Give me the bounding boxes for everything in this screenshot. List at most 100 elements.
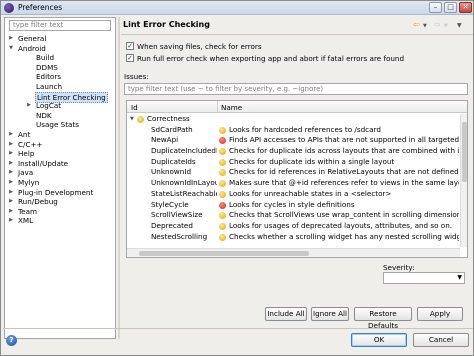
cancel-button[interactable]: Cancel: [413, 333, 469, 347]
include-all-button[interactable]: Include All: [265, 307, 307, 321]
collapse-twisty-icon[interactable]: ▶: [8, 188, 14, 198]
collapse-twisty-icon[interactable]: ▶: [8, 149, 14, 159]
tree-item[interactable]: Usage Stats: [5, 120, 115, 130]
forward-menu-chevron-icon[interactable]: ▼: [444, 23, 448, 29]
severity-dropdown[interactable]: ▼: [383, 272, 465, 284]
scrollbar-thumb[interactable]: [139, 251, 309, 256]
collapse-twisty-icon[interactable]: ▶: [8, 130, 14, 140]
warning-icon: [219, 180, 226, 188]
forward-arrow-icon[interactable]: ⇨: [434, 20, 441, 29]
table-row[interactable]: ScrollViewSize Checks that ScrollViews us…: [127, 210, 459, 221]
collapse-twisty-icon[interactable]: ▶: [8, 168, 14, 178]
column-divider[interactable]: [217, 101, 218, 113]
issue-name: Finds API accesses to APIs that are not …: [229, 135, 459, 145]
tree-item[interactable]: ▶ Help: [5, 149, 115, 159]
header-divider: [121, 34, 473, 35]
preference-tree: ▶ General ▼ Android Build DDMS Editors Launch Li…: [5, 34, 115, 226]
issue-id: ScrollViewSize: [151, 210, 203, 220]
table-row[interactable]: NestedScrolling Checks whether a scrollin…: [127, 232, 459, 243]
tree-item[interactable]: ▶ Plug-in Development: [5, 188, 115, 198]
issue-name: Makes sure that @+id references refer to…: [229, 178, 459, 188]
tree-item[interactable]: Editors: [5, 72, 115, 82]
tree-item[interactable]: ▶ C/C++: [5, 140, 115, 150]
tree-item[interactable]: ▶ Mylyn: [5, 178, 115, 188]
ignore-all-button[interactable]: Ignore All: [311, 307, 349, 321]
tree-item-label: General: [18, 34, 47, 43]
issue-name: Looks for cycles in style definitions: [229, 199, 355, 209]
back-menu-chevron-icon[interactable]: ▼: [423, 23, 427, 29]
collapse-twisty-icon[interactable]: ▶: [8, 159, 14, 169]
issue-name: Checks whether a scrolling widget has an…: [229, 231, 459, 241]
tree-item[interactable]: ▶ Team: [5, 207, 115, 217]
tree-item[interactable]: NDK: [5, 111, 115, 121]
table-row[interactable]: NewApi Finds API accesses to APIs that ar…: [127, 135, 459, 146]
back-arrow-icon[interactable]: ⇦: [413, 20, 420, 29]
severity-label: Severity:: [383, 263, 415, 272]
close-button[interactable]: ✕: [459, 2, 472, 13]
tree-item[interactable]: ▶ XML: [5, 216, 115, 226]
tree-item[interactable]: ▶ LogCat: [5, 101, 115, 111]
table-row[interactable]: DuplicateIds Checks for duplicate ids wit…: [127, 157, 459, 168]
category-row[interactable]: ▼ Correctness: [127, 114, 459, 125]
help-icon[interactable]: ?: [6, 335, 17, 346]
issue-id: DuplicateIncludedId: [151, 146, 217, 156]
check-on-save-checkbox[interactable]: ✓: [126, 42, 134, 50]
tree-item[interactable]: ▶ Run/Debug: [5, 197, 115, 207]
page-header: Lint Error Checking ⇦ ▼ ⇨ ▼ ▼: [121, 17, 473, 33]
collapse-twisty-icon[interactable]: ▶: [26, 101, 32, 111]
collapse-twisty-icon[interactable]: ▶: [8, 178, 14, 188]
panel-splitter[interactable]: [118, 17, 120, 339]
restore-defaults-button[interactable]: Restore Defaults: [354, 307, 412, 330]
tree-item[interactable]: ▶ Java: [5, 168, 115, 178]
table-row[interactable]: UnknownId Checks for id references in Rel…: [127, 167, 459, 178]
table-header: Id Name: [127, 101, 467, 113]
issue-name: Looks for hardcoded references to /sdcar…: [229, 124, 381, 134]
view-menu-icon[interactable]: ▼: [457, 22, 462, 29]
tree-item-label: Plug-in Development: [18, 187, 94, 197]
issue-id: Deprecated: [151, 220, 193, 230]
column-id-header[interactable]: Id: [131, 103, 138, 112]
tree-filter-input[interactable]: type filter text: [9, 20, 111, 31]
warning-icon: [219, 190, 226, 198]
expand-twisty-icon[interactable]: ▼: [8, 44, 14, 54]
horizontal-scrollbar[interactable]: [127, 248, 460, 257]
chevron-down-icon: ▼: [457, 274, 462, 281]
tree-item-label: Build: [36, 53, 55, 63]
check-on-export-checkbox[interactable]: ✓: [126, 54, 134, 62]
table-row[interactable]: StateListReachable Looks for unreachable …: [127, 189, 459, 200]
collapse-twisty-icon[interactable]: ▼: [130, 114, 134, 125]
collapse-twisty-icon[interactable]: ▶: [8, 140, 14, 150]
table-row[interactable]: UnknownIdInLayout Makes sure that @+id re…: [127, 178, 459, 189]
tree-item[interactable]: DDMS: [5, 63, 115, 73]
check-on-export-label: Run full error check when exporting app …: [137, 54, 405, 63]
tree-item[interactable]: ▶ Install/Update: [5, 159, 115, 169]
collapse-twisty-icon[interactable]: ▶: [8, 207, 14, 217]
maximize-button[interactable]: □: [444, 2, 457, 13]
ok-button[interactable]: OK: [351, 333, 407, 347]
check-on-save-label: When saving files, check for errors: [137, 42, 262, 51]
tree-item[interactable]: ▼ Android: [5, 44, 115, 54]
collapse-twisty-icon[interactable]: ▶: [8, 216, 14, 226]
issue-name: Checks that ScrollViews use wrap_content…: [229, 210, 459, 220]
tree-item[interactable]: ▶ General: [5, 34, 115, 44]
tree-item[interactable]: ▶ Ant: [5, 130, 115, 140]
vertical-scrollbar[interactable]: [460, 114, 467, 247]
tree-item-label: Launch: [36, 81, 63, 91]
table-row[interactable]: StyleCycle Looks for cycles in style defi…: [127, 200, 459, 211]
apply-button[interactable]: Apply: [417, 307, 463, 321]
column-name-header[interactable]: Name: [221, 103, 242, 112]
table-row[interactable]: SdCardPath Looks for hardcoded references…: [127, 125, 459, 136]
tree-item-label: C/C++: [18, 139, 43, 149]
tree-item[interactable]: Build: [5, 53, 115, 63]
table-row[interactable]: DuplicateIncludedId Checks for duplicate …: [127, 146, 459, 157]
issue-id: StyleCycle: [151, 199, 189, 209]
tree-item[interactable]: Launch: [5, 82, 115, 92]
scrollbar-thumb[interactable]: [462, 122, 467, 182]
collapse-twisty-icon[interactable]: ▶: [8, 34, 14, 44]
issue-name: Checks for duplicate ids across layouts …: [229, 146, 459, 156]
minimize-button[interactable]: –: [429, 2, 442, 13]
collapse-twisty-icon[interactable]: ▶: [8, 197, 14, 207]
table-row[interactable]: Deprecated Looks for usages of deprecated…: [127, 221, 459, 232]
issues-filter-input[interactable]: type filter text (use ~ to filter by sev…: [124, 83, 468, 95]
tree-item[interactable]: Lint Error Checking: [5, 91, 115, 104]
